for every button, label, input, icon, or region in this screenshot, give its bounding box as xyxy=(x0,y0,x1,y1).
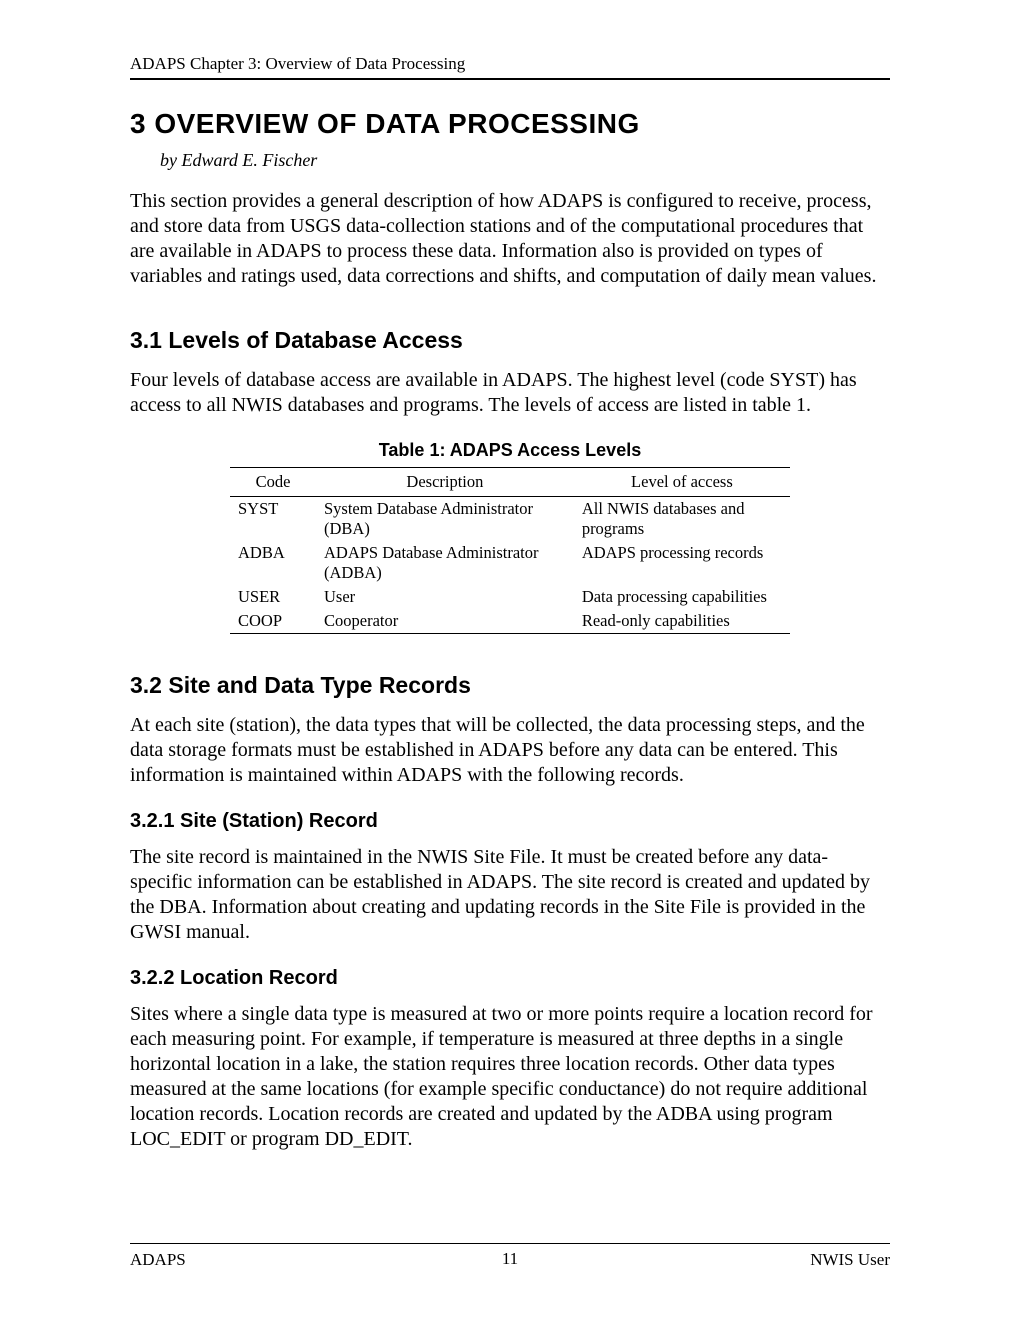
cell-level: ADAPS processing records xyxy=(574,541,790,585)
footer-rule xyxy=(130,1243,890,1244)
table-1-caption: Table 1: ADAPS Access Levels xyxy=(130,440,890,461)
page: ADAPS Chapter 3: Overview of Data Proces… xyxy=(0,0,1020,1320)
section-3-2-1-heading: 3.2.1 Site (Station) Record xyxy=(130,810,890,833)
section-3-2-1-paragraph: The site record is maintained in the NWI… xyxy=(130,845,890,945)
section-3-2-2-heading: 3.2.2 Location Record xyxy=(130,967,890,990)
cell-level: All NWIS databases and programs xyxy=(574,497,790,542)
section-3-2-heading: 3.2 Site and Data Type Records xyxy=(130,672,890,699)
page-footer: ADAPS NWIS User 11 xyxy=(130,1243,890,1270)
cell-desc: User xyxy=(316,585,574,609)
cell-code: USER xyxy=(230,585,316,609)
col-level: Level of access xyxy=(574,468,790,497)
table-1: Code Description Level of access SYST Sy… xyxy=(230,467,790,634)
section-3-2-2-paragraph: Sites where a single data type is measur… xyxy=(130,1002,890,1152)
cell-code: SYST xyxy=(230,497,316,542)
cell-level: Read-only capabilities xyxy=(574,609,790,634)
running-header: ADAPS Chapter 3: Overview of Data Proces… xyxy=(130,54,890,80)
cell-desc: System Database Administrator (DBA) xyxy=(316,497,574,542)
cell-desc: ADAPS Database Administrator (ADBA) xyxy=(316,541,574,585)
cell-desc: Cooperator xyxy=(316,609,574,634)
table-row: USER User Data processing capabilities xyxy=(230,585,790,609)
access-levels-table: Code Description Level of access SYST Sy… xyxy=(230,467,790,634)
col-code: Code xyxy=(230,468,316,497)
byline: by Edward E. Fischer xyxy=(160,150,890,171)
cell-code: COOP xyxy=(230,609,316,634)
cell-level: Data processing capabilities xyxy=(574,585,790,609)
chapter-title: 3 OVERVIEW OF DATA PROCESSING xyxy=(130,108,890,140)
table-row: COOP Cooperator Read-only capabilities xyxy=(230,609,790,634)
col-description: Description xyxy=(316,468,574,497)
cell-code: ADBA xyxy=(230,541,316,585)
footer-page-number: 11 xyxy=(130,1249,890,1269)
intro-paragraph: This section provides a general descript… xyxy=(130,189,890,289)
table-header-row: Code Description Level of access xyxy=(230,468,790,497)
table-row: ADBA ADAPS Database Administrator (ADBA)… xyxy=(230,541,790,585)
table-row: SYST System Database Administrator (DBA)… xyxy=(230,497,790,542)
section-3-1-heading: 3.1 Levels of Database Access xyxy=(130,327,890,354)
section-3-2-paragraph: At each site (station), the data types t… xyxy=(130,713,890,788)
section-3-1-paragraph: Four levels of database access are avail… xyxy=(130,368,890,418)
